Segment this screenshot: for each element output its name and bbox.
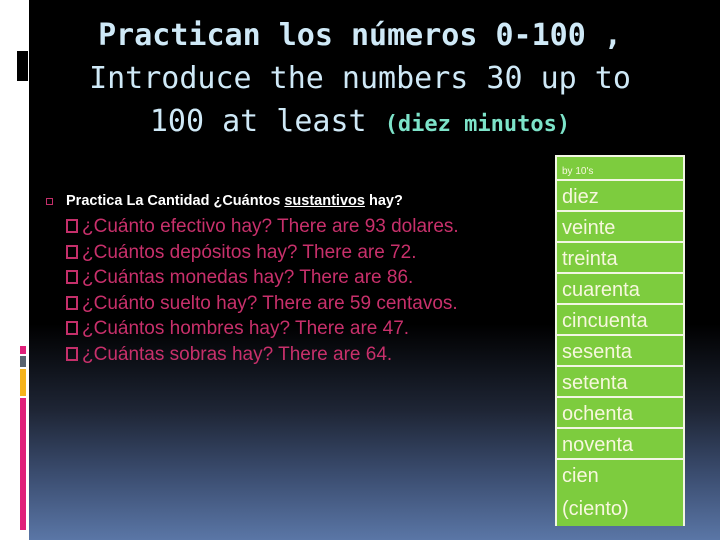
- main-item-suffix: hay?: [364, 193, 403, 209]
- table-row: diez: [555, 179, 685, 212]
- sub-item: ¿Cuántas monedas hay? There are 86.: [66, 265, 546, 291]
- title-subtitle: (diez minutos): [384, 112, 571, 137]
- missing-glyph-box-icon: [66, 270, 78, 284]
- side-accent-bar-pink-long: [20, 398, 26, 530]
- table-header-row: by 10's: [555, 155, 685, 181]
- missing-glyph-box-icon: [66, 346, 78, 361]
- title-line-3-text: 100 at least: [149, 104, 385, 139]
- side-decoration-block: [17, 51, 28, 81]
- table-cell: ochenta: [555, 396, 685, 429]
- missing-glyph-box-icon: [66, 244, 78, 259]
- table-row-last: cien (ciento): [555, 458, 685, 526]
- main-bullet-item: Practica La Cantidad ¿Cuántos sustantivo…: [46, 191, 546, 211]
- sub-item-text: ¿Cuántas sobras hay? There are 64.: [82, 343, 393, 365]
- sub-item: ¿Cuántos depósitos hay? There are 72.: [66, 240, 546, 266]
- missing-glyph-box-icon: [66, 321, 78, 335]
- table-row: cuarenta: [555, 272, 685, 305]
- sub-item-text: ¿Cuánto suelto hay? There are 59 centavo…: [82, 292, 458, 314]
- sub-item-text: ¿Cuántas monedas hay? There are 86.: [82, 267, 414, 288]
- sub-item-text: ¿Cuánto efectivo hay? There are 93 dolar…: [82, 216, 459, 237]
- sub-item: ¿Cuántos hombres hay? There are 47.: [66, 316, 546, 342]
- table-cell: veinte: [555, 210, 685, 243]
- sub-item-text: ¿Cuántos depósitos hay? There are 72.: [82, 241, 417, 263]
- table-header-cell: by 10's: [555, 155, 685, 181]
- main-item-prefix: Practica La Cantidad ¿Cuántos: [66, 193, 285, 209]
- sub-item: ¿Cuántas sobras hay? There are 64.: [66, 342, 546, 368]
- sub-item-list: ¿Cuánto efectivo hay? There are 93 dolar…: [56, 214, 546, 367]
- table-row: cincuenta: [555, 303, 685, 336]
- side-accent-bar-pink: [20, 346, 26, 354]
- numbers-by-tens-table: by 10's diez veinte treinta cuarenta cin…: [555, 155, 685, 526]
- square-bullet-icon: [46, 198, 53, 205]
- table-cell: noventa: [555, 427, 685, 460]
- side-accent-bar-gray: [20, 356, 26, 367]
- title-line-3: 100 at least (diez minutos): [30, 100, 690, 146]
- slide-title: Practican los números 0-100 , Introduce …: [30, 14, 690, 146]
- sub-item: ¿Cuánto suelto hay? There are 59 centavo…: [66, 291, 546, 317]
- table-cell: diez: [555, 179, 685, 212]
- table-cell-line: cien: [562, 465, 599, 487]
- title-line-1: Practican los números 0-100 ,: [98, 18, 622, 53]
- table-cell: treinta: [555, 241, 685, 274]
- table-cell-line: (ciento): [562, 498, 629, 520]
- missing-glyph-box-icon: [66, 295, 78, 310]
- content-body: Practica La Cantidad ¿Cuántos sustantivo…: [46, 191, 546, 367]
- table-row: sesenta: [555, 334, 685, 367]
- title-line-2: Introduce the numbers 30 up to: [89, 61, 631, 96]
- main-item-underlined: sustantivos: [284, 193, 365, 209]
- table-cell: cuarenta: [555, 272, 685, 305]
- table-row: noventa: [555, 427, 685, 460]
- table-cell-last: cien (ciento): [555, 458, 685, 526]
- missing-glyph-box-icon: [66, 219, 78, 233]
- table-cell: cincuenta: [555, 303, 685, 336]
- table-cell: setenta: [555, 365, 685, 398]
- sub-item: ¿Cuánto efectivo hay? There are 93 dolar…: [66, 214, 546, 240]
- sub-item-text: ¿Cuántos hombres hay? There are 47.: [82, 318, 410, 339]
- table-row: setenta: [555, 365, 685, 398]
- table-row: treinta: [555, 241, 685, 274]
- table-row: ochenta: [555, 396, 685, 429]
- side-accent-bar-yellow: [20, 369, 26, 396]
- table-cell: sesenta: [555, 334, 685, 367]
- table-row: veinte: [555, 210, 685, 243]
